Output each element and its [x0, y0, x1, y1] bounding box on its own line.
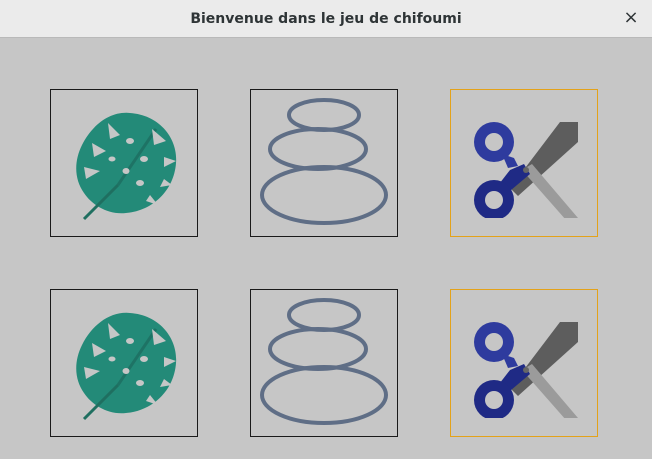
- choice-card-leaf[interactable]: [50, 89, 198, 237]
- game-window: Bienvenue dans le jeu de chifoumi ×: [0, 0, 652, 459]
- scissors-icon: [474, 122, 578, 218]
- stones-icon: [260, 98, 388, 225]
- leaf-icon: [76, 312, 177, 421]
- window-title: Bienvenue dans le jeu de chifoumi: [190, 11, 462, 27]
- leaf-icon: [76, 112, 177, 221]
- close-icon[interactable]: ×: [623, 7, 638, 28]
- choice-card-stones[interactable]: [250, 289, 398, 437]
- scissors-icon: [474, 322, 578, 418]
- choice-card-stones[interactable]: [250, 89, 398, 237]
- stones-icon: [260, 298, 388, 425]
- choice-card-scissors[interactable]: [450, 89, 598, 237]
- title-bar: Bienvenue dans le jeu de chifoumi ×: [0, 0, 652, 38]
- choice-card-scissors[interactable]: [450, 289, 598, 437]
- close-button[interactable]: ×: [622, 8, 640, 28]
- choice-card-leaf[interactable]: [50, 289, 198, 437]
